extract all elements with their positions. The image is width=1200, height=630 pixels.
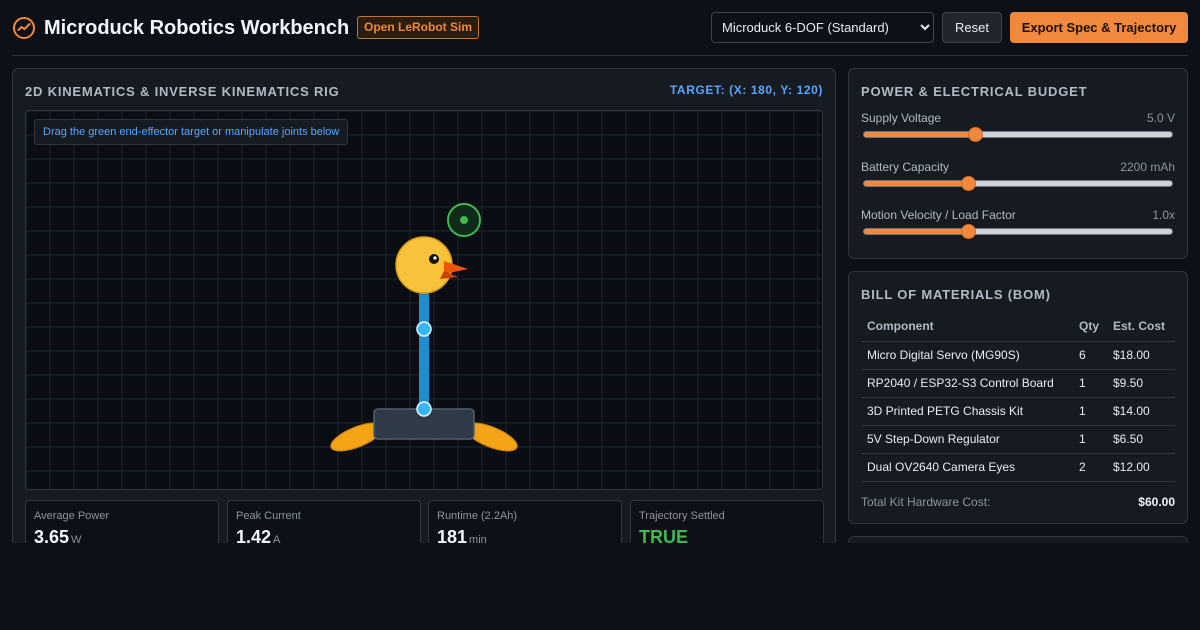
base-joint-handle[interactable] (416, 401, 432, 417)
target-center-dot (460, 216, 468, 224)
supply-voltage-slider-row: Supply Voltage 5.0 V (861, 111, 1175, 151)
power-panel-title: POWER & ELECTRICAL BUDGET (861, 84, 1088, 99)
reset-button[interactable]: Reset (942, 12, 1002, 43)
bom-header-component: Component (861, 312, 1073, 342)
target-readout: TARGET: (X: 180, Y: 120) (669, 83, 823, 97)
sim-badge[interactable]: Open LeRobot Sim (357, 16, 479, 39)
lower-link (419, 329, 429, 409)
bom-cell: 1 (1073, 369, 1107, 398)
stat-label: Trajectory Settled (639, 510, 725, 522)
slider-label: Supply Voltage (861, 111, 942, 125)
stat-label: Average Power (34, 510, 110, 522)
bom-panel: BILL OF MATERIALS (BOM) Component Qty Es… (848, 271, 1188, 524)
table-row: Dual OV2640 Camera Eyes 2 $12.00 (861, 453, 1175, 482)
velocity-load-slider-row: Motion Velocity / Load Factor 1.0x (861, 208, 1175, 248)
power-budget-panel: POWER & ELECTRICAL BUDGET Supply Voltage… (848, 68, 1188, 259)
slider-fill (864, 181, 969, 186)
slider-fill (864, 132, 975, 137)
model-select[interactable]: Microduck 6-DOF (Standard) (711, 12, 934, 43)
slider-label: Motion Velocity / Load Factor (861, 208, 1016, 222)
bom-cell: 1 (1073, 397, 1107, 426)
slider-thumb[interactable] (961, 224, 977, 239)
kinematics-panel: 2D KINEMATICS & INVERSE KINEMATICS RIG T… (12, 68, 836, 570)
bom-cell: $14.00 (1107, 397, 1175, 426)
bom-panel-title: BILL OF MATERIALS (BOM) (861, 287, 1051, 302)
supply-voltage-slider[interactable] (863, 131, 1173, 138)
canvas-hint: Drag the green end-effector target or ma… (34, 119, 349, 145)
duck-beak (444, 261, 468, 274)
bom-cell: RP2040 / ESP32-S3 Control Board (861, 369, 1073, 398)
bom-cell: $6.50 (1107, 425, 1175, 454)
battery-capacity-slider-row: Battery Capacity 2200 mAh (861, 160, 1175, 200)
bom-cell: Dual OV2640 Camera Eyes (861, 453, 1073, 482)
slider-thumb[interactable] (961, 176, 977, 191)
bom-table: Component Qty Est. Cost Micro Digital Se… (861, 312, 1175, 482)
bom-cell: 2 (1073, 453, 1107, 482)
slider-fill (864, 229, 969, 234)
duck-robot (330, 203, 518, 452)
table-row: RP2040 / ESP32-S3 Control Board 1 $9.50 (861, 369, 1175, 398)
slider-thumb[interactable] (967, 127, 983, 142)
table-row: Micro Digital Servo (MG90S) 6 $18.00 (861, 341, 1175, 370)
app-header: Microduck Robotics Workbench Open LeRobo… (12, 0, 1188, 56)
kinematics-canvas[interactable]: Drag the green end-effector target or ma… (25, 110, 823, 490)
bom-cell: 1 (1073, 425, 1107, 454)
bom-cell: $18.00 (1107, 341, 1175, 370)
battery-capacity-slider[interactable] (863, 180, 1173, 187)
rig-svg (26, 111, 822, 489)
bom-header-qty: Qty (1073, 312, 1107, 342)
slider-label: Battery Capacity (861, 160, 950, 174)
page-cutoff (0, 543, 1200, 630)
slider-value: 1.0x (1152, 208, 1175, 222)
table-row: 5V Step-Down Regulator 1 $6.50 (861, 425, 1175, 454)
bom-header-row: Component Qty Est. Cost (861, 312, 1175, 342)
app-title: Microduck Robotics Workbench (44, 17, 350, 39)
stat-label: Runtime (2.2Ah) (437, 510, 518, 522)
duck-head[interactable] (395, 236, 453, 294)
kinematics-panel-title: 2D KINEMATICS & INVERSE KINEMATICS RIG (25, 84, 340, 99)
stat-label: Peak Current (236, 510, 301, 522)
total-cost-value: $60.00 (1138, 495, 1175, 509)
elbow-joint-handle[interactable] (416, 321, 432, 337)
table-row: 3D Printed PETG Chassis Kit 1 $14.00 (861, 397, 1175, 426)
slider-value: 2200 mAh (1120, 160, 1175, 174)
bom-cell: $12.00 (1107, 453, 1175, 482)
velocity-load-slider[interactable] (863, 228, 1173, 235)
chart-pulse-icon (13, 17, 35, 39)
total-cost-label: Total Kit Hardware Cost: (861, 495, 991, 509)
slider-value: 5.0 V (1146, 111, 1175, 125)
bom-cell: 5V Step-Down Regulator (861, 425, 1073, 454)
bom-cell: 6 (1073, 341, 1107, 370)
bom-cell: $9.50 (1107, 369, 1175, 398)
duck-eye-glint (433, 256, 437, 260)
bom-header-cost: Est. Cost (1107, 312, 1175, 342)
bom-cell: Micro Digital Servo (MG90S) (861, 341, 1073, 370)
bom-cell: 3D Printed PETG Chassis Kit (861, 397, 1073, 426)
export-button[interactable]: Export Spec & Trajectory (1010, 12, 1188, 43)
